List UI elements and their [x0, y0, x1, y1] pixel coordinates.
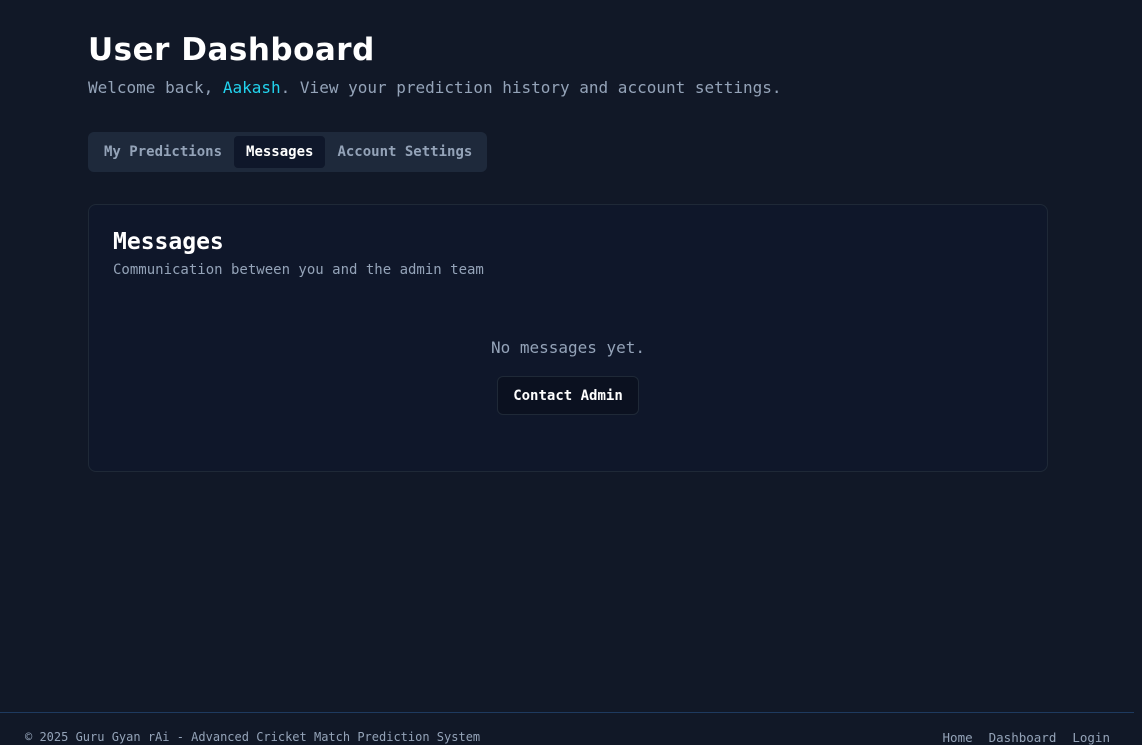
footer-link-login[interactable]: Login [1072, 730, 1110, 745]
welcome-message: Welcome back, Aakash. View your predicti… [88, 77, 782, 99]
welcome-prefix: Welcome back, [88, 78, 223, 97]
tab-messages[interactable]: Messages [234, 136, 326, 168]
tab-my-predictions[interactable]: My Predictions [92, 136, 234, 168]
empty-messages-text: No messages yet. [490, 338, 646, 357]
page-title: User Dashboard [88, 32, 375, 68]
footer-copyright: © 2025 Guru Gyan rAi - Advanced Cricket … [25, 730, 481, 744]
username: Aakash [222, 78, 281, 97]
tab-account-settings[interactable]: Account Settings [325, 136, 484, 168]
messages-title: Messages [113, 229, 224, 255]
footer-link-home[interactable]: Home [943, 730, 973, 745]
contact-admin-button[interactable]: Contact Admin [497, 376, 639, 415]
footer-nav: Home Dashboard Login [943, 730, 1110, 745]
footer: © 2025 Guru Gyan rAi - Advanced Cricket … [0, 712, 1134, 745]
messages-card: Messages Communication between you and t… [88, 204, 1048, 472]
footer-link-dashboard[interactable]: Dashboard [989, 730, 1057, 745]
messages-subtitle: Communication between you and the admin … [113, 262, 484, 278]
dashboard-tabs: My Predictions Messages Account Settings [88, 132, 487, 172]
welcome-suffix: . View your prediction history and accou… [280, 78, 782, 97]
